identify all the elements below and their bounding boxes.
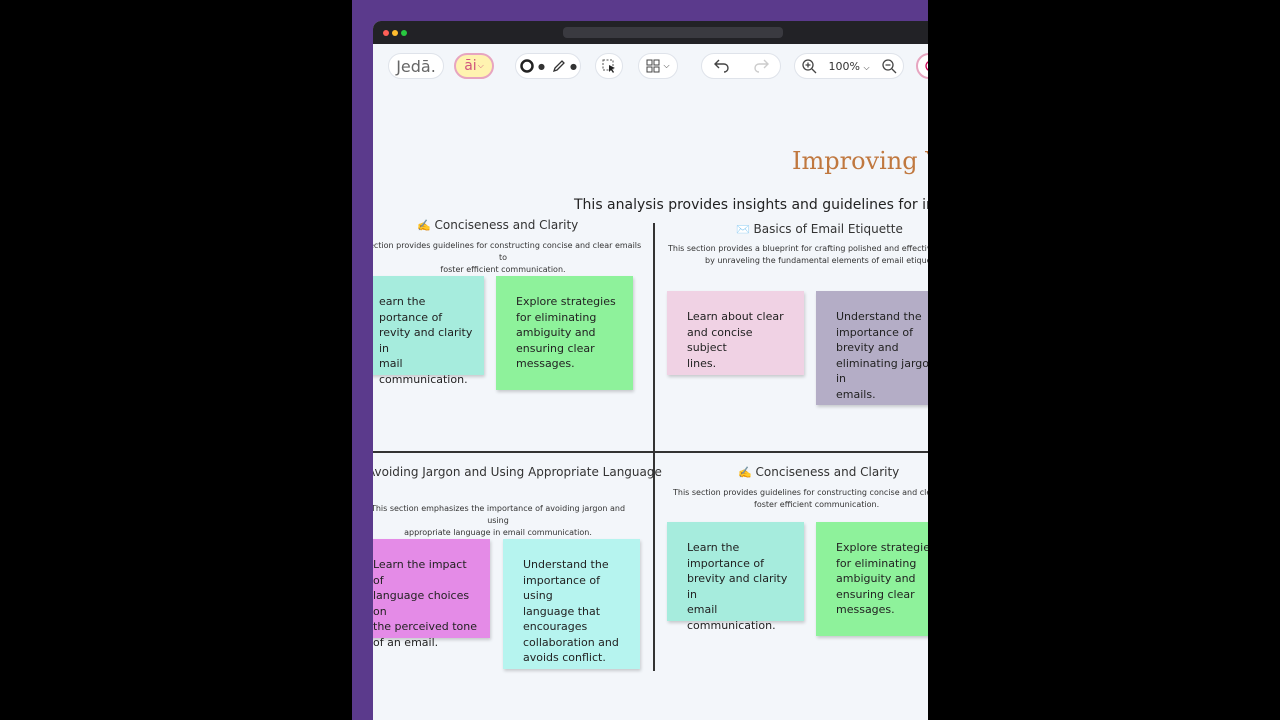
quadrant-divider-vertical xyxy=(653,223,655,671)
whiteboard-canvas[interactable]: Improving Yo This analysis provides insi… xyxy=(373,90,928,720)
sticky-note[interactable]: Explore strategies for eliminating ambig… xyxy=(816,522,928,636)
select-cursor-icon xyxy=(602,59,615,73)
dropdown-dot-icon: ● xyxy=(538,61,545,71)
section-title-text: Conciseness and Clarity xyxy=(755,465,900,479)
sticky-note[interactable]: Learn the impact of language choices on … xyxy=(373,539,490,649)
share-button[interactable] xyxy=(916,53,928,79)
section-description-line: This section provides guidelines for con… xyxy=(673,488,928,497)
zoom-out-icon[interactable] xyxy=(881,58,897,74)
redo-icon[interactable] xyxy=(752,58,770,74)
section-description-line: by unraveling the fundamental elements o… xyxy=(705,256,928,265)
sticky-note[interactable]: Learn the importance of brevity and clar… xyxy=(667,522,804,632)
sticky-note-text: Learn about clear and concise subject li… xyxy=(687,310,784,370)
layout-menu-button[interactable]: ⌵ xyxy=(638,53,678,79)
ai-menu-button[interactable]: āi ⌵ xyxy=(454,53,494,79)
quadrant-divider-horizontal xyxy=(373,451,928,453)
toolbar: Jedā. āi ⌵ ● ● ⌵ 100% ⌵ xyxy=(373,44,928,90)
section-description: This section provides a blueprint for cr… xyxy=(668,243,928,267)
select-tool-button[interactable] xyxy=(595,53,623,79)
zoom-level: 100% xyxy=(828,59,860,73)
grid-icon xyxy=(646,59,660,73)
sticky-note[interactable]: Learn about clear and concise subject li… xyxy=(667,291,804,375)
section-description: This section emphasizes the importance o… xyxy=(373,503,633,539)
sticky-note-text: Learn the importance of brevity and clar… xyxy=(687,541,788,632)
section-description-line: section provides guidelines for construc… xyxy=(373,241,642,262)
window-titlebar xyxy=(373,21,928,44)
minimize-window-button[interactable] xyxy=(392,30,398,36)
section-title: Avoiding Jargon and Using Appropriate La… xyxy=(373,465,662,479)
close-window-button[interactable] xyxy=(383,30,389,36)
desktop-background: Jedā. āi ⌵ ● ● ⌵ 100% ⌵ Improving This a… xyxy=(352,0,928,720)
share-icon xyxy=(925,61,928,71)
section-title: ✉️ Basics of Email Etiquette xyxy=(736,222,903,236)
page-title: Improving Yo xyxy=(792,147,928,175)
writing-hand-icon: ✍️ xyxy=(417,219,431,232)
pen-tool-button[interactable]: ● xyxy=(551,58,577,74)
history-group xyxy=(701,53,781,79)
dropdown-dot-icon: ● xyxy=(570,61,577,71)
envelope-icon: ✉️ xyxy=(736,223,750,236)
undo-icon[interactable] xyxy=(713,58,731,74)
section-title-text: Avoiding Jargon and Using Appropriate La… xyxy=(373,465,662,479)
sticky-note[interactable]: earn the portance of revity and clarity … xyxy=(373,276,484,386)
section-description-line: appropriate language in email communicat… xyxy=(404,528,592,537)
section-title-text: Conciseness and Clarity xyxy=(434,218,579,232)
section-description: section provides guidelines for construc… xyxy=(373,240,643,276)
section-title-text: Basics of Email Etiquette xyxy=(753,222,903,236)
zoom-level-dropdown[interactable]: 100% ⌵ xyxy=(828,60,869,73)
zoom-in-icon[interactable] xyxy=(801,58,817,74)
chevron-down-icon: ⌵ xyxy=(863,62,870,72)
writing-hand-icon: ✍️ xyxy=(738,466,752,479)
zoom-group: 100% ⌵ xyxy=(794,53,904,79)
section-description-line: foster efficient communication. xyxy=(754,500,880,509)
sticky-note-text: Explore strategies for eliminating ambig… xyxy=(516,295,616,370)
section-title: ✍️ Conciseness and Clarity xyxy=(738,465,899,479)
section-description-line: This section emphasizes the importance o… xyxy=(373,504,626,525)
jeda-logo-button[interactable]: Jedā. xyxy=(388,53,444,79)
sticky-note-text: Learn the impact of language choices on … xyxy=(373,558,477,649)
address-bar[interactable] xyxy=(563,27,783,38)
sticky-note-text: Explore strategies for eliminating ambig… xyxy=(836,541,928,616)
chevron-down-icon: ⌵ xyxy=(477,61,484,70)
sticky-note-text: Understand the importance of using langu… xyxy=(523,558,619,664)
sticky-note[interactable]: Understand the importance of brevity and… xyxy=(816,291,928,405)
section-title: ✍️ Conciseness and Clarity xyxy=(417,218,578,232)
section-description-line: This section provides a blueprint for cr… xyxy=(668,244,928,253)
shape-tool-button[interactable]: ● xyxy=(519,58,551,74)
section-description-line: foster efficient communication. xyxy=(440,265,566,274)
circle-icon xyxy=(520,59,534,73)
sticky-note[interactable]: Explore strategies for eliminating ambig… xyxy=(496,276,633,390)
page-subtitle: This analysis provides insights and guid… xyxy=(574,197,928,213)
ai-label: āi xyxy=(464,58,477,74)
sticky-note[interactable]: Understand the importance of using langu… xyxy=(503,539,640,669)
maximize-window-button[interactable] xyxy=(401,30,407,36)
sticky-note-text: Understand the importance of brevity and… xyxy=(836,310,928,401)
chevron-down-icon: ⌵ xyxy=(663,61,670,70)
section-description: This section provides guidelines for con… xyxy=(673,487,928,511)
drawing-tools-group: ● ● xyxy=(515,53,581,79)
sticky-note-text: earn the portance of revity and clarity … xyxy=(379,295,473,386)
pen-icon xyxy=(552,60,565,73)
app-window: Jedā. āi ⌵ ● ● ⌵ 100% ⌵ Improving This a… xyxy=(373,21,928,720)
app-logo: Jedā. xyxy=(396,56,436,76)
